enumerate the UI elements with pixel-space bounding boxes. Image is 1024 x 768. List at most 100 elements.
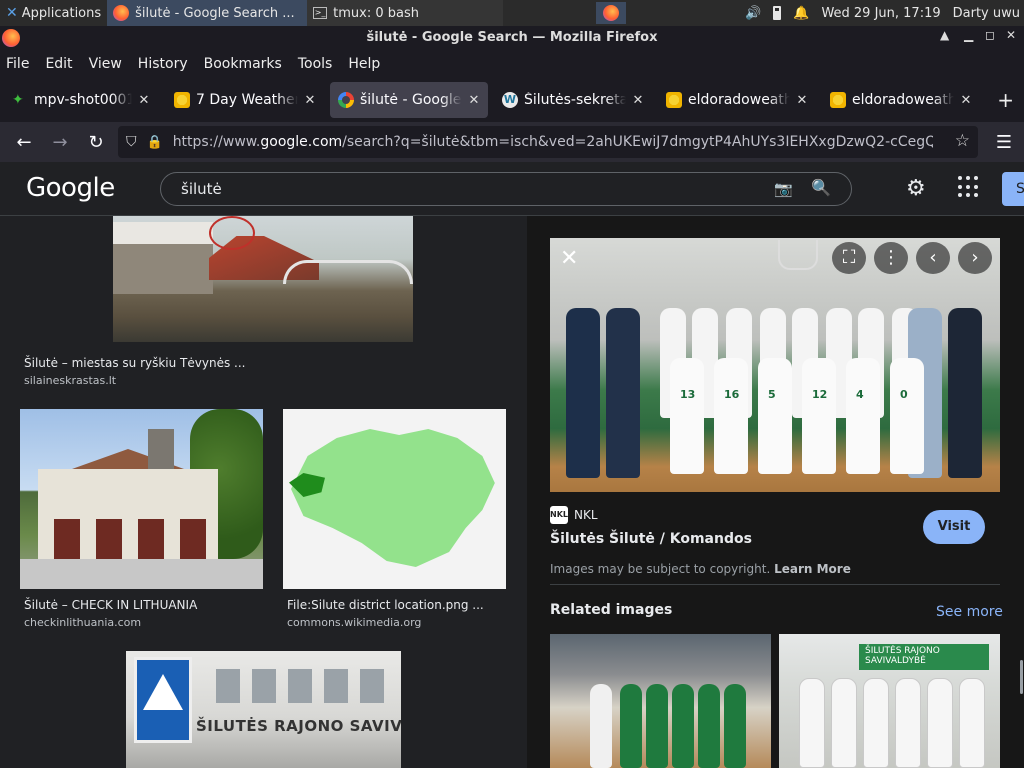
menu-history[interactable]: History xyxy=(138,56,188,72)
search-input[interactable]: šilutė 📷 🔍 xyxy=(160,172,852,206)
visit-button[interactable]: Visit xyxy=(923,510,985,544)
tab-silutes-sekretariatas[interactable]: W Šilutės-sekretaria ✕ xyxy=(494,82,652,118)
staff-figure xyxy=(948,308,982,478)
chevron-left-icon[interactable]: ‹ xyxy=(916,242,950,274)
menu-view[interactable]: View xyxy=(89,56,122,72)
result-thumbnail-3[interactable] xyxy=(283,409,506,589)
related-image-2[interactable]: ŠILUTĖS RAJONO SAVIVALDYBĖ xyxy=(779,634,1000,768)
basketball-hoop xyxy=(778,240,818,270)
close-window-icon[interactable]: ✕ xyxy=(1006,28,1016,42)
close-icon[interactable]: ✕ xyxy=(560,246,578,271)
thumb-shape xyxy=(113,222,213,244)
tab-google-search[interactable]: šilutė - Google Sea ✕ xyxy=(330,82,488,118)
see-more-link[interactable]: See more xyxy=(936,604,1003,620)
tab-label: 7 Day Weather Fore xyxy=(196,92,298,108)
menu-edit[interactable]: Edit xyxy=(45,56,72,72)
window-titlebar: šilutė - Google Search — Mozilla Firefox… xyxy=(0,26,1024,50)
url-text[interactable]: https://www.google.com/search?q=šilutė&t… xyxy=(173,134,933,150)
menu-file[interactable]: File xyxy=(6,56,29,72)
result-source-2[interactable]: checkinlithuania.com xyxy=(24,616,141,629)
image-results: Šilutė – miestas su ryškiu Tėvynės ... s… xyxy=(0,216,527,768)
lock-icon[interactable]: 🔒 xyxy=(147,135,163,150)
thumb-shape xyxy=(143,674,183,710)
applications-menu[interactable]: ✕ Applications xyxy=(0,0,107,26)
close-tab-icon[interactable]: ✕ xyxy=(960,93,972,108)
menu-bookmarks[interactable]: Bookmarks xyxy=(204,56,282,72)
close-tab-icon[interactable]: ✕ xyxy=(632,93,644,108)
clock[interactable]: Wed 29 Jun, 17:19 xyxy=(821,6,940,21)
task-firefox[interactable]: šilutė - Google Search ... xyxy=(107,0,308,26)
more-options-icon[interactable]: ⋮ xyxy=(874,242,908,274)
result-thumbnail-2[interactable] xyxy=(20,409,263,589)
shield-icon[interactable]: ⛉ xyxy=(126,134,137,150)
copyright-text: Images may be subject to copyright. xyxy=(550,562,771,576)
result-source-3[interactable]: commons.wikimedia.org xyxy=(287,616,421,629)
restore-icon[interactable]: ◻ xyxy=(985,28,995,42)
chevron-right-icon[interactable]: › xyxy=(958,242,992,274)
tab-eldoradoweather-1[interactable]: eldoradoweather.c ✕ xyxy=(658,82,816,118)
tab-eldoradoweather-2[interactable]: eldoradoweather.c ✕ xyxy=(822,82,980,118)
sign-text: ŠILUTĖS RAJONO SAVIVALDYBĖ xyxy=(196,717,401,735)
task-terminal-label: tmux: 0 bash xyxy=(333,5,419,21)
minimize-icon[interactable]: ▁ xyxy=(964,28,973,42)
new-tab-plus-icon[interactable]: + xyxy=(997,88,1014,112)
forward-arrow-icon[interactable]: → xyxy=(42,132,78,153)
preview-image[interactable]: ✕ ⛶ ⋮ ‹ › 13 16 5 12 4 0 xyxy=(550,238,1000,492)
close-tab-icon[interactable]: ✕ xyxy=(796,93,808,108)
task-terminal[interactable]: >_ tmux: 0 bash xyxy=(307,0,504,26)
back-arrow-icon[interactable]: ← xyxy=(6,132,42,153)
related-banner-text: ŠILUTĖS RAJONO SAVIVALDYBĖ xyxy=(859,644,989,670)
jersey-number: 13 xyxy=(680,388,696,401)
thumb-shape xyxy=(20,559,263,589)
url-bar[interactable]: ⛉ 🔒 https://www.google.com/search?q=šilu… xyxy=(118,126,978,158)
hamburger-menu-icon[interactable]: ☰ xyxy=(996,132,1012,153)
applications-label: Applications xyxy=(21,5,102,21)
close-tab-icon[interactable]: ✕ xyxy=(304,93,316,108)
notification-bell-icon[interactable]: 🔔 xyxy=(793,6,809,21)
sign-in-button[interactable]: S xyxy=(1002,172,1024,206)
google-header: Google šilutė 📷 🔍 ⚙ S xyxy=(0,162,1024,216)
result-source-1[interactable]: silaineskrastas.lt xyxy=(24,374,116,387)
learn-more-link[interactable]: Learn More xyxy=(774,562,851,576)
related-image-1[interactable] xyxy=(550,634,771,768)
jersey-number: 16 xyxy=(724,388,740,401)
menu-help[interactable]: Help xyxy=(348,56,380,72)
firefox-launcher-icon xyxy=(603,5,619,21)
result-thumbnail-4[interactable]: ŠILUTĖS RAJONO SAVIVALDYBĖ xyxy=(126,651,401,768)
jersey-number: 5 xyxy=(768,388,776,401)
bookmark-star-icon[interactable]: ☆ xyxy=(955,131,970,151)
url-prefix: https://www. xyxy=(172,134,261,150)
close-tab-icon[interactable]: ✕ xyxy=(468,93,480,108)
lens-search-icon[interactable]: ⛶ xyxy=(832,242,866,274)
menu-tools[interactable]: Tools xyxy=(298,56,333,72)
close-tab-icon[interactable]: ✕ xyxy=(138,93,150,108)
camera-search-icon[interactable]: 📷 xyxy=(774,180,793,198)
weather-icon xyxy=(830,92,846,108)
result-title-1[interactable]: Šilutė – miestas su ryškiu Tėvynės ... xyxy=(24,356,245,370)
reload-icon[interactable]: ↻ xyxy=(78,132,114,153)
user-name[interactable]: Darty uwu xyxy=(953,6,1020,21)
firefox-launcher[interactable] xyxy=(596,2,626,24)
maximize-up-icon[interactable]: ▲ xyxy=(940,28,949,42)
player-figure xyxy=(646,684,668,768)
weather-icon xyxy=(174,92,190,108)
search-icon[interactable]: 🔍 xyxy=(811,178,831,197)
preview-title[interactable]: Šilutės Šilutė / Komandos xyxy=(550,531,752,547)
jersey-number: 12 xyxy=(812,388,828,401)
result-title-2[interactable]: Šilutė – CHECK IN LITHUANIA xyxy=(24,598,197,612)
mpv-icon: ✦ xyxy=(12,92,24,108)
result-thumbnail-1[interactable] xyxy=(113,216,413,342)
thumb-shape xyxy=(209,216,255,250)
google-apps-icon[interactable] xyxy=(958,176,980,198)
result-title-3[interactable]: File:Silute district location.png ... xyxy=(287,598,484,612)
gear-icon[interactable]: ⚙ xyxy=(906,176,926,201)
seated-player-figure: 4 xyxy=(846,358,880,474)
google-logo[interactable]: Google xyxy=(26,173,115,203)
tab-weather[interactable]: 7 Day Weather Fore ✕ xyxy=(166,82,324,118)
volume-icon[interactable]: 🔊 xyxy=(745,6,761,21)
battery-icon[interactable] xyxy=(773,6,782,20)
source-row[interactable]: NKL NKL xyxy=(550,506,598,524)
tab-mpv-shot[interactable]: ✦ mpv-shot0001.jpg ✕ xyxy=(4,82,158,118)
tab-label: eldoradoweather.c xyxy=(852,92,954,108)
scrollbar-thumb[interactable] xyxy=(1020,660,1023,694)
